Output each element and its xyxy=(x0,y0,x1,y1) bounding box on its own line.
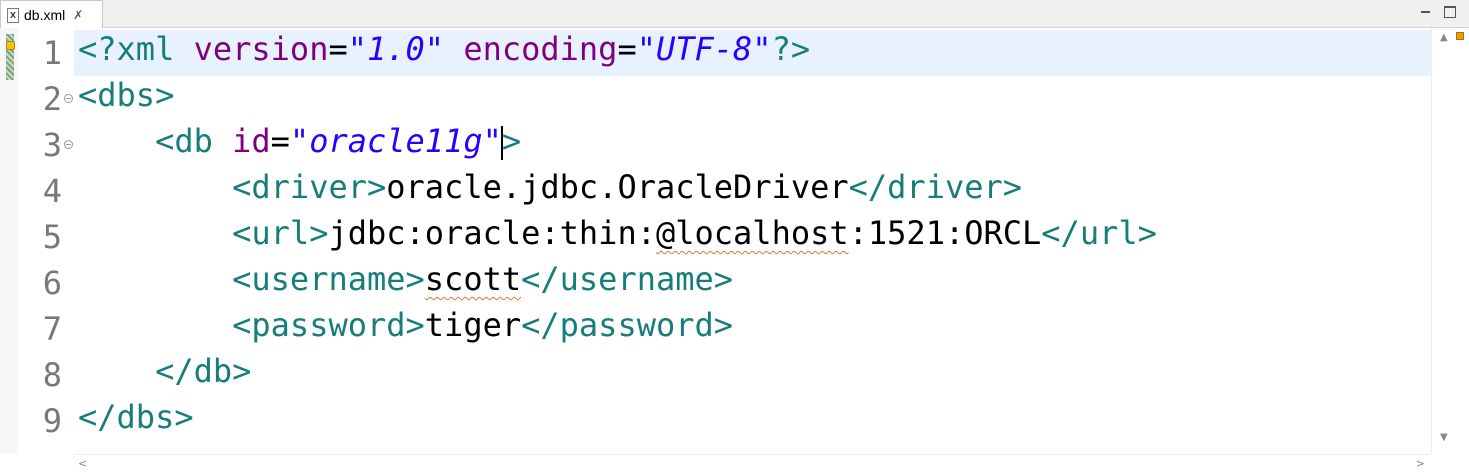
vertical-scrollbar[interactable]: ▲ ▼ xyxy=(1431,28,1469,454)
code-line[interactable]: <?xml version="1.0" encoding="UTF-8"?> xyxy=(74,30,1431,76)
line-number: 4 xyxy=(42,172,62,210)
line-number: 7 xyxy=(42,310,62,348)
code-line[interactable]: <url>jdbc:oracle:thin:@localhost:1521:OR… xyxy=(74,214,1431,260)
xml-attribute: version xyxy=(193,30,329,68)
xml-editor[interactable]: 1 2−3−4 5 6 7 8 9 <?xml version="1.0" encoding… xyxy=(0,28,1469,474)
line-number: 2 xyxy=(42,80,62,118)
line-number: 5 xyxy=(42,218,62,256)
xml-attribute: id xyxy=(232,122,271,160)
xml-tag: </dbs> xyxy=(78,398,194,436)
scroll-down-icon[interactable]: ▼ xyxy=(1440,432,1448,443)
line-number: 6 xyxy=(42,264,62,302)
xml-tag: </db> xyxy=(155,352,252,390)
annotation-marker-icon[interactable] xyxy=(1456,32,1464,40)
warning-icon[interactable] xyxy=(6,41,15,50)
xml-text xyxy=(78,168,232,206)
line-number-gutter: 1 2−3−4 5 6 7 8 9 xyxy=(18,28,74,454)
maximize-icon[interactable] xyxy=(1441,4,1457,18)
fold-toggle-icon[interactable]: − xyxy=(64,94,73,103)
code-line[interactable]: <username>scott</username> xyxy=(74,260,1431,306)
tab-label: db.xml xyxy=(24,7,66,23)
xml-text: jdbc:oracle:thin: xyxy=(328,214,656,252)
line-number: 3 xyxy=(42,126,62,164)
close-icon[interactable]: ✗ xyxy=(73,8,83,22)
code-line[interactable]: </dbs> xyxy=(74,398,1431,444)
xml-tag: </username> xyxy=(521,260,734,298)
line-number: 1 xyxy=(42,34,62,72)
xml-tag: </driver> xyxy=(848,168,1023,206)
xml-text xyxy=(444,30,463,68)
xml-text: tiger xyxy=(424,306,522,344)
code-line[interactable]: <driver>oracle.jdbc.OracleDriver</driver… xyxy=(74,168,1431,214)
fold-toggle-icon[interactable]: − xyxy=(64,140,73,149)
scroll-left-icon[interactable]: < xyxy=(78,457,87,470)
xml-file-icon: X xyxy=(7,7,19,23)
xml-attribute-value: "1.0" xyxy=(347,30,445,68)
xml-tag: <password> xyxy=(232,306,425,344)
xml-text: :1521:ORCL xyxy=(848,214,1042,252)
xml-tag: <db xyxy=(155,122,233,160)
xml-text: = xyxy=(617,30,637,68)
code-line[interactable]: <dbs> xyxy=(74,76,1431,122)
xml-tag: <url> xyxy=(232,214,329,252)
xml-text xyxy=(78,306,232,344)
code-line[interactable]: <password>tiger</password> xyxy=(74,306,1431,352)
xml-attribute: encoding xyxy=(463,30,618,68)
code-area[interactable]: <?xml version="1.0" encoding="UTF-8"?> <d… xyxy=(74,28,1431,454)
scroll-right-icon[interactable]: > xyxy=(1416,457,1425,470)
xml-tag: <dbs> xyxy=(78,76,175,114)
xml-tag: </url> xyxy=(1041,214,1157,252)
line-number: 8 xyxy=(42,356,62,394)
xml-text xyxy=(78,352,155,390)
xml-text: = xyxy=(270,122,290,160)
overview-ruler xyxy=(0,28,18,454)
xml-text: @localhost xyxy=(655,214,849,252)
tab-db-xml[interactable]: X db.xml ✗ xyxy=(0,0,103,29)
xml-tag: ?> xyxy=(771,30,811,68)
horizontal-scrollbar[interactable]: < > xyxy=(74,454,1431,474)
code-line[interactable]: <db id="oracle11g"> xyxy=(74,122,1431,168)
xml-attribute-value: "oracle11g" xyxy=(289,122,502,160)
xml-text: oracle.jdbc.OracleDriver xyxy=(386,168,849,206)
scroll-up-icon[interactable]: ▲ xyxy=(1440,32,1448,43)
xml-tag: <?xml xyxy=(78,30,194,68)
xml-tag: > xyxy=(501,122,522,160)
xml-text xyxy=(78,260,232,298)
line-number: 9 xyxy=(42,402,62,440)
xml-tag: </password> xyxy=(521,306,734,344)
code-line[interactable]: </db> xyxy=(74,352,1431,398)
xml-text xyxy=(78,122,155,160)
xml-text xyxy=(78,214,232,252)
minimize-icon[interactable] xyxy=(1418,4,1434,18)
xml-text: scott xyxy=(424,260,522,298)
editor-tab-bar: X db.xml ✗ xyxy=(0,0,1469,29)
xml-tag: <driver> xyxy=(232,168,387,206)
xml-text: = xyxy=(328,30,348,68)
xml-attribute-value: "UTF-8" xyxy=(636,30,772,68)
xml-tag: <username> xyxy=(232,260,425,298)
